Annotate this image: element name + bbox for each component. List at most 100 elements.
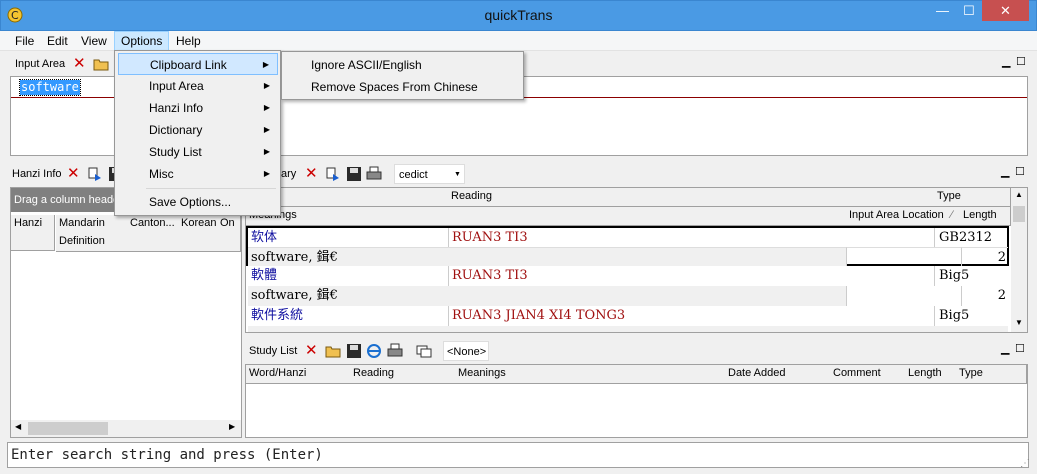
- print-icon[interactable]: [387, 343, 403, 362]
- col-type[interactable]: Type: [956, 365, 1027, 384]
- minimize-button[interactable]: —: [929, 0, 956, 21]
- dictionary-label: ary: [281, 168, 297, 180]
- reading-cell: RUAN3 TI3: [449, 266, 935, 286]
- menu-item-label: Clipboard Link: [150, 58, 227, 72]
- dictionary-grid: Reading Type Meanings Input Area Locatio…: [245, 187, 1028, 333]
- col-date-added[interactable]: Date Added: [725, 365, 831, 384]
- dictionary-toolbar: ary ✕ cedict ▼ ▁ ☐: [245, 163, 1029, 185]
- col-cantonese[interactable]: Canton...: [127, 215, 179, 234]
- scroll-right-icon[interactable]: ▶: [229, 422, 235, 431]
- menu-edit[interactable]: Edit: [41, 31, 74, 51]
- menu-item-input-area[interactable]: Input Area ▶: [118, 75, 278, 97]
- menu-item-save-options[interactable]: Save Options...: [118, 191, 278, 213]
- col-length[interactable]: Length: [960, 207, 1011, 226]
- col-hanzi[interactable]: Hanzi: [11, 215, 55, 251]
- col-mandarin[interactable]: Mandarin: [56, 215, 128, 234]
- col-type[interactable]: Type: [934, 188, 1011, 207]
- panel-maximize-icon[interactable]: ☐: [1016, 56, 1026, 68]
- resize-grip-icon[interactable]: ⋰: [1020, 458, 1030, 469]
- study-list-select-value: <None>: [447, 346, 487, 358]
- menu-item-hanzi-info[interactable]: Hanzi Info ▶: [118, 97, 278, 119]
- print-icon[interactable]: [366, 166, 382, 185]
- reading-cell: RUAN3 TI3: [449, 228, 935, 247]
- type-cell: Big5: [939, 308, 970, 323]
- col-meanings[interactable]: Meanings: [455, 365, 726, 384]
- scroll-thumb[interactable]: [28, 422, 108, 435]
- panel-minimize-icon[interactable]: ▁: [1001, 343, 1009, 355]
- clear-icon[interactable]: ✕: [67, 166, 80, 182]
- input-text[interactable]: software: [19, 79, 81, 96]
- table-row[interactable]: 軟體 RUAN3 TI3 Big5 software, 鍓€ 2: [246, 266, 1009, 306]
- menu-item-label: Save Options...: [149, 195, 232, 209]
- copy-icon[interactable]: [325, 166, 341, 185]
- col-reading[interactable]: Reading: [350, 365, 456, 384]
- menu-separator: [146, 188, 276, 189]
- save-icon[interactable]: [346, 166, 362, 185]
- close-button[interactable]: ✕: [982, 0, 1029, 21]
- clear-icon[interactable]: ✕: [305, 166, 318, 182]
- col-meanings[interactable]: Meanings: [246, 207, 847, 226]
- menu-file[interactable]: File: [9, 31, 40, 51]
- menu-item-study-list[interactable]: Study List ▶: [118, 141, 278, 163]
- panel-minimize-icon[interactable]: ▁: [1001, 166, 1009, 178]
- meanings-cell: [248, 326, 1008, 332]
- meanings-cell: software, 鍓€: [248, 286, 847, 306]
- scroll-left-icon[interactable]: ◀: [15, 422, 21, 431]
- windows-icon[interactable]: [416, 343, 432, 362]
- type-cell: Big5: [939, 268, 970, 283]
- menu-item-dictionary[interactable]: Dictionary ▶: [118, 119, 278, 141]
- clear-icon[interactable]: ✕: [73, 56, 86, 72]
- scroll-thumb[interactable]: [1013, 206, 1025, 222]
- menu-options[interactable]: Options: [114, 31, 170, 51]
- menu-item-label: Input Area: [149, 79, 204, 93]
- col-comment[interactable]: Comment: [830, 365, 906, 384]
- col-word-hanzi[interactable]: Word/Hanzi: [246, 365, 351, 384]
- chevron-down-icon[interactable]: ▼: [454, 165, 461, 185]
- study-list-grid: Word/Hanzi Reading Meanings Date Added C…: [245, 364, 1028, 438]
- copy-icon[interactable]: [87, 166, 103, 185]
- study-list-select[interactable]: <None>: [443, 341, 489, 361]
- clear-icon[interactable]: ✕: [305, 343, 318, 359]
- table-row[interactable]: 软体 RUAN3 TI3 GB2312 software, 鍓€ 2: [246, 226, 1009, 266]
- panel-maximize-icon[interactable]: ☐: [1015, 166, 1025, 178]
- menu-help[interactable]: Help: [170, 31, 207, 51]
- panel-minimize-icon[interactable]: ▁: [1002, 56, 1010, 68]
- col-input-area-location[interactable]: Input Area Location ∕: [846, 207, 961, 226]
- chevron-right-icon: ▶: [263, 169, 270, 178]
- panel-maximize-icon[interactable]: ☐: [1015, 343, 1025, 355]
- word-cell: 软体: [248, 228, 449, 247]
- dictionary-select[interactable]: cedict ▼: [394, 164, 465, 184]
- study-list-label: Study List: [249, 345, 298, 357]
- maximize-button[interactable]: ☐: [956, 0, 982, 21]
- menu-item-remove-spaces[interactable]: Remove Spaces From Chinese: [285, 76, 522, 98]
- search-input[interactable]: Enter search string and press (Enter): [7, 442, 1029, 468]
- table-row[interactable]: 軟件系統 RUAN3 JIAN4 XI4 TONG3 Big5: [246, 306, 1009, 332]
- col-on[interactable]: On: [217, 215, 241, 234]
- hanzi-info-panel: Drag a column heade Hanzi Mandarin Canto…: [10, 187, 242, 438]
- hanzi-info-label: Hanzi Info: [12, 168, 62, 180]
- dictionary-vscrollbar[interactable]: ▲ ▼: [1011, 188, 1027, 332]
- col-korean[interactable]: Korean: [178, 215, 218, 234]
- word-cell: 軟體: [248, 266, 449, 286]
- col-length[interactable]: Length: [905, 365, 957, 384]
- open-folder-icon[interactable]: [325, 343, 341, 362]
- menu-item-misc[interactable]: Misc ▶: [118, 163, 278, 185]
- open-folder-icon[interactable]: [93, 56, 109, 75]
- menu-item-label: Hanzi Info: [149, 101, 204, 115]
- col-reading[interactable]: Reading: [448, 188, 935, 207]
- length-cell: 2: [962, 286, 1008, 306]
- menu-view[interactable]: View: [75, 31, 113, 51]
- menu-item-clipboard-link[interactable]: Clipboard Link ▶: [118, 53, 278, 75]
- location-cell: [847, 286, 962, 306]
- browser-icon[interactable]: [366, 343, 382, 362]
- chevron-right-icon: ▶: [263, 147, 270, 156]
- scroll-up-icon[interactable]: ▲: [1015, 190, 1023, 199]
- save-icon[interactable]: [346, 343, 362, 362]
- hanzi-hscrollbar[interactable]: ◀ ▶: [11, 420, 241, 437]
- chevron-right-icon: ▶: [263, 103, 270, 112]
- menu-item-ignore-ascii[interactable]: Ignore ASCII/English: [285, 54, 522, 76]
- scroll-down-icon[interactable]: ▼: [1015, 318, 1023, 327]
- menu-item-label: Misc: [149, 167, 174, 181]
- col-definition[interactable]: Definition: [56, 233, 241, 252]
- menu-item-label: Study List: [149, 145, 202, 159]
